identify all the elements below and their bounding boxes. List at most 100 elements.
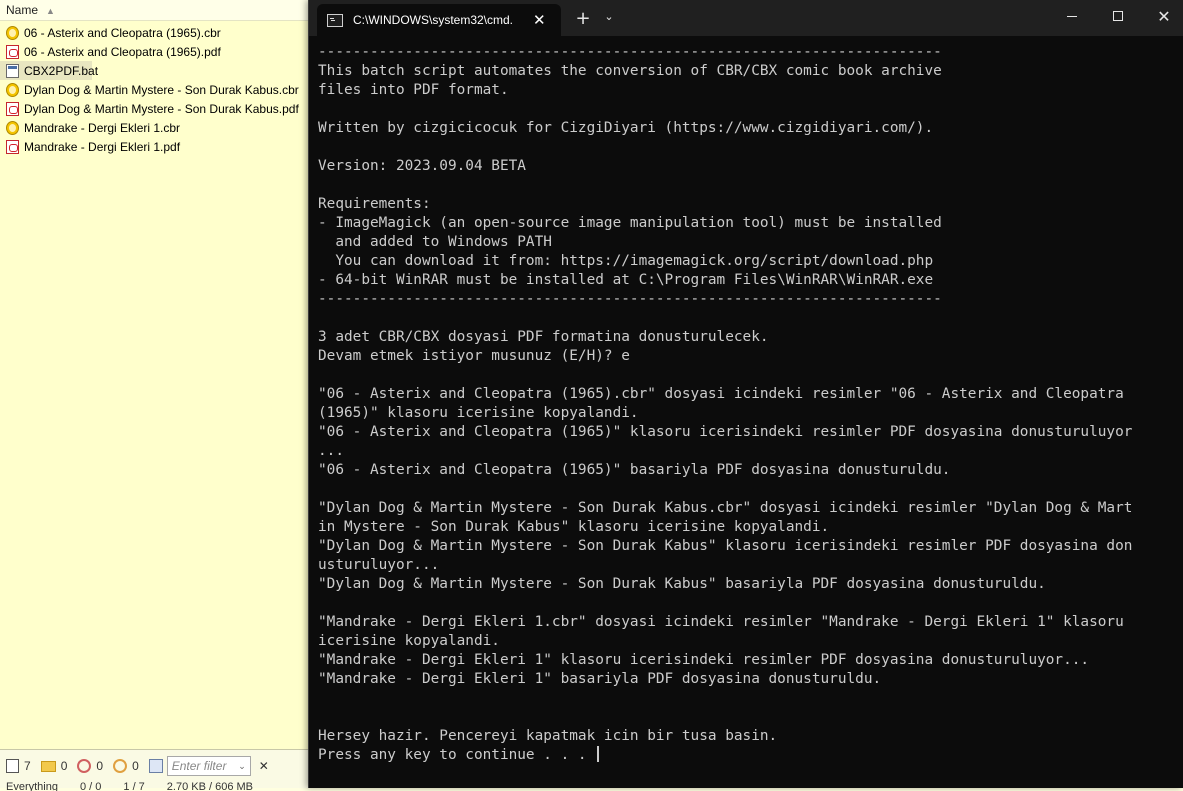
file-name: 06 - Asterix and Cleopatra (1965).pdf xyxy=(24,44,221,59)
chevron-down-icon[interactable]: ⌄ xyxy=(238,761,246,772)
sort-up-icon: ▲ xyxy=(46,6,55,16)
status-item-count: 1 / 7 xyxy=(123,781,145,791)
hidden-count[interactable]: 0 xyxy=(77,759,103,773)
hidden-count-value: 0 xyxy=(96,759,104,773)
file-name: Dylan Dog & Martin Mystere - Son Durak K… xyxy=(24,82,299,97)
terminal-line: "Mandrake - Dergi Ekleri 1.cbr" dosyasi … xyxy=(318,614,1124,630)
minimize-button[interactable] xyxy=(1049,0,1095,32)
cbr-file-icon xyxy=(6,82,19,97)
filter-input[interactable]: Enter filter ⌄ xyxy=(166,756,251,776)
file-icon xyxy=(6,759,19,773)
terminal-tab[interactable]: C:\WINDOWS\system32\cmd. ✕ xyxy=(317,4,561,36)
maximize-button[interactable] xyxy=(1095,0,1141,32)
terminal-line: Hersey hazir. Pencereyi kapatmak icin bi… xyxy=(318,728,778,744)
status-search-scope: Everything xyxy=(6,781,58,791)
folder-icon xyxy=(40,760,56,772)
terminal-line: ... xyxy=(318,443,344,459)
terminal-line: - ImageMagick (an open-source image mani… xyxy=(318,215,942,231)
file-explorer: Name ▲ 06 - Asterix and Cleopatra (1965).… xyxy=(0,0,310,791)
terminal-line: "06 - Asterix and Cleopatra (1965)" klas… xyxy=(318,424,1133,440)
terminal-line: You can download it from: https://imagem… xyxy=(318,253,934,269)
terminal-output[interactable]: ----------------------------------------… xyxy=(318,43,1178,765)
file-name: CBX2PDF.bat xyxy=(24,63,99,78)
system-count-value: 0 xyxy=(132,759,139,773)
terminal-line: ----------------------------------------… xyxy=(318,291,942,307)
system-count[interactable]: 0 xyxy=(113,759,139,773)
batch-file-icon xyxy=(6,63,19,78)
new-tab-button[interactable]: + xyxy=(571,8,595,29)
status-counts: 7 0 0 0 Enter filter ⌄ ✕ xyxy=(0,755,269,777)
terminal-line: Devam etmek istiyor musunuz (E/H)? e xyxy=(318,348,630,364)
file-item[interactable]: 06 - Asterix and Cleopatra (1965).pdf xyxy=(0,42,310,61)
cmd-icon xyxy=(327,13,343,27)
terminal-line: - 64-bit WinRAR must be installed at C:\… xyxy=(318,272,934,288)
hidden-files-icon xyxy=(77,759,92,773)
filter-placeholder: Enter filter xyxy=(171,759,227,773)
terminal-window: C:\WINDOWS\system32\cmd. ✕ + ⌄ ✕ -------… xyxy=(308,0,1183,788)
filter-icon[interactable] xyxy=(148,759,163,773)
status-info: Everything 0 / 0 1 / 7 2.70 KB / 606 MB xyxy=(0,781,310,791)
terminal-line: This batch script automates the conversi… xyxy=(318,63,942,79)
terminal-line: Requirements: xyxy=(318,196,431,212)
close-icon: ✕ xyxy=(1157,6,1171,26)
folder-count[interactable]: 0 xyxy=(40,759,68,773)
maximize-icon xyxy=(1113,11,1123,21)
terminal-line: and added to Windows PATH xyxy=(318,234,552,250)
status-size: 2.70 KB / 606 MB xyxy=(166,781,254,791)
file-list: 06 - Asterix and Cleopatra (1965).cbr 06… xyxy=(0,23,310,156)
terminal-line: Written by cizgicicocuk for CizgiDiyari … xyxy=(318,120,934,136)
terminal-line: ----------------------------------------… xyxy=(318,44,942,60)
file-name: Mandrake - Dergi Ekleri 1.cbr xyxy=(24,120,181,135)
terminal-line: "Dylan Dog & Martin Mystere - Son Durak … xyxy=(318,576,1046,592)
cbr-file-icon xyxy=(6,120,19,135)
prompt-text: Press any key to continue . . . xyxy=(318,747,596,763)
file-item[interactable]: Mandrake - Dergi Ekleri 1.cbr xyxy=(0,118,310,137)
file-name: 06 - Asterix and Cleopatra (1965).cbr xyxy=(24,25,221,40)
column-header-label: Name xyxy=(6,3,39,17)
terminal-titlebar[interactable]: C:\WINDOWS\system32\cmd. ✕ + ⌄ ✕ xyxy=(309,0,1183,36)
terminal-prompt-line: Press any key to continue . . . xyxy=(318,746,1178,765)
terminal-line: "06 - Asterix and Cleopatra (1965)" basa… xyxy=(318,462,951,478)
file-count-value: 7 xyxy=(24,759,31,773)
minimize-icon xyxy=(1067,15,1077,17)
file-item[interactable]: Dylan Dog & Martin Mystere - Son Durak K… xyxy=(0,80,310,99)
terminal-line: (1965)" klasoru icerisine kopyalandi. xyxy=(318,405,639,421)
file-item[interactable]: Dylan Dog & Martin Mystere - Son Durak K… xyxy=(0,99,310,118)
terminal-line: icerisine kopyalandi. xyxy=(318,633,500,649)
file-name: Dylan Dog & Martin Mystere - Son Durak K… xyxy=(24,101,299,116)
system-files-icon xyxy=(113,759,128,773)
pdf-file-icon xyxy=(6,44,19,59)
status-selection: 0 / 0 xyxy=(79,781,102,791)
terminal-line: usturuluyor... xyxy=(318,557,440,573)
terminal-line: Version: 2023.09.04 BETA xyxy=(318,158,526,174)
text-cursor xyxy=(597,746,600,762)
terminal-line: files into PDF format. xyxy=(318,82,509,98)
terminal-line: "Dylan Dog & Martin Mystere - Son Durak … xyxy=(318,538,1133,554)
file-item[interactable]: Mandrake - Dergi Ekleri 1.pdf xyxy=(0,137,310,156)
pdf-file-icon xyxy=(6,139,19,154)
clear-filter-icon[interactable]: ✕ xyxy=(259,759,269,773)
close-tab-icon[interactable]: ✕ xyxy=(533,11,546,29)
terminal-line: "Mandrake - Dergi Ekleri 1" klasoru icer… xyxy=(318,652,1090,668)
cbr-file-icon xyxy=(6,25,19,40)
folder-count-value: 0 xyxy=(60,759,68,773)
close-window-button[interactable]: ✕ xyxy=(1141,0,1183,32)
terminal-line: "Mandrake - Dergi Ekleri 1" basariyla PD… xyxy=(318,671,882,687)
explorer-status-bar: 7 0 0 0 Enter filter ⌄ ✕ Everything 0 / 0 1… xyxy=(0,749,310,791)
file-item[interactable]: 06 - Asterix and Cleopatra (1965).cbr xyxy=(0,23,310,42)
tab-title: C:\WINDOWS\system32\cmd. xyxy=(353,13,514,27)
column-header-name[interactable]: Name ▲ xyxy=(0,0,310,21)
file-count[interactable]: 7 xyxy=(6,759,31,773)
file-item-selected[interactable]: CBX2PDF.bat xyxy=(0,61,98,80)
terminal-line: 3 adet CBR/CBX dosyasi PDF formatina don… xyxy=(318,329,769,345)
terminal-line: "Dylan Dog & Martin Mystere - Son Durak … xyxy=(318,500,1133,516)
tab-dropdown-chevron-icon[interactable]: ⌄ xyxy=(599,10,619,23)
